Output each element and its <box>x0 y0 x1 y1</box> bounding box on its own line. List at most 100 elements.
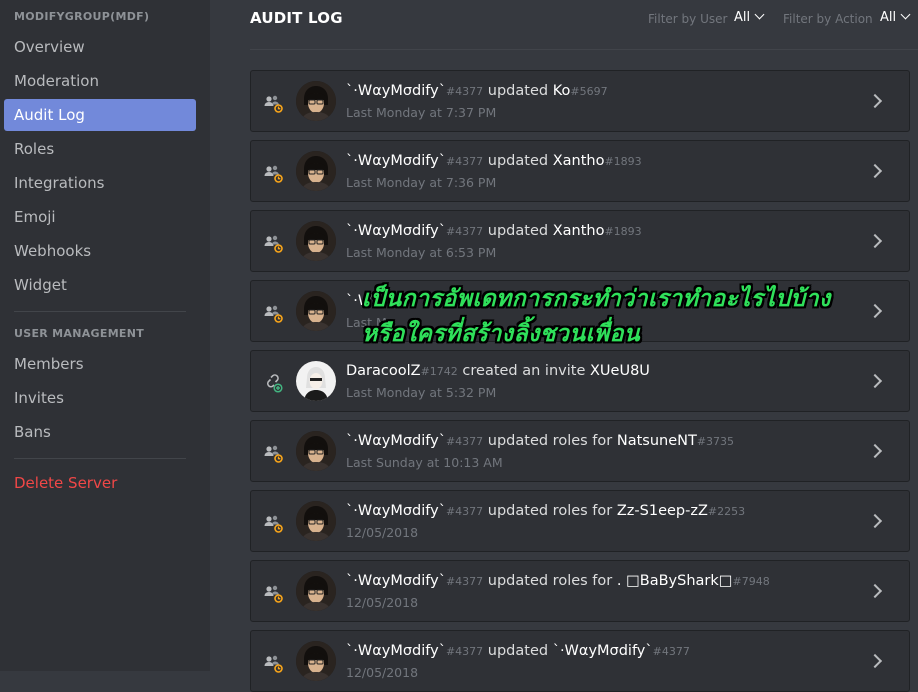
sidebar-item-invites[interactable]: Invites <box>4 382 196 414</box>
target-discriminator: #1893 <box>604 155 642 168</box>
avatar <box>296 501 336 541</box>
member-update-icon <box>263 163 283 183</box>
delete-server-button[interactable]: Delete Server <box>4 467 196 499</box>
sidebar-item-members[interactable]: Members <box>4 348 196 380</box>
entry-description: `·WαyMσdify`#4377 updated Ko#5697 <box>346 83 608 99</box>
chevron-right-icon <box>867 583 883 599</box>
entry-description: `·WαyMσdify`#4377 updated roles for Nats… <box>346 433 734 449</box>
audit-log-entry[interactable]: `·WαyMσdify`#4377 updated roles for . □B… <box>250 560 910 622</box>
actor-discriminator: #4377 <box>445 505 484 518</box>
avatar <box>296 151 336 191</box>
filter-action-label: Filter by Action <box>783 12 873 26</box>
actor-name: `·WαyMσdify` <box>346 643 446 659</box>
sidebar-item-webhooks[interactable]: Webhooks <box>4 235 196 267</box>
avatar <box>296 81 336 121</box>
avatar <box>296 361 336 401</box>
filter-action-dropdown[interactable]: All <box>880 9 911 25</box>
audit-log-entry[interactable]: `·WαyMσdify`#4377 updated Xantho#1893 La… <box>250 210 910 272</box>
filter-user-dropdown[interactable]: All <box>734 9 765 25</box>
avatar <box>296 291 336 331</box>
chevron-down-icon <box>754 9 765 20</box>
server-name-header: MODIFYGROUP(MDF) <box>14 10 150 23</box>
sidebar-item-bans[interactable]: Bans <box>4 416 196 448</box>
entry-description: `·WαyMσdify`#4377 updated roles for Zz-S… <box>346 503 745 519</box>
filter-user-value: All <box>734 10 751 25</box>
actor-discriminator: #4377 <box>445 85 484 98</box>
action-text: updated <box>487 223 549 239</box>
filter-action-value: All <box>880 10 897 25</box>
action-text: updated <box>487 153 549 169</box>
sidebar-divider <box>14 458 186 459</box>
header-divider <box>250 49 918 50</box>
target-name: Xantho <box>552 153 605 169</box>
target-name: NatsuneNT <box>616 433 697 449</box>
audit-log-entry[interactable]: `·WαyMσdify`#4377 updated Xantho#1893 La… <box>250 140 910 202</box>
actor-discriminator: #4377 <box>445 155 484 168</box>
sidebar-item-widget[interactable]: Widget <box>4 269 196 301</box>
entry-description: `·WαyMσdify`#4377 updated Xantho#1893 <box>346 223 642 239</box>
sidebar-item-moderation[interactable]: Moderation <box>4 65 196 97</box>
actor-name: `·WαyMσdify` <box>346 503 446 519</box>
actor-discriminator: #1742 <box>420 365 458 378</box>
target-discriminator: #1893 <box>604 225 642 238</box>
actor-name: DaracoolZ <box>346 363 421 379</box>
chevron-right-icon <box>867 233 883 249</box>
user-management-header: USER MANAGEMENT <box>14 327 145 340</box>
overlay-caption: เป็นการอัพเดทการกระทำว่าเราทำอะไรไปบ้าง … <box>362 282 831 352</box>
entry-description: DaracoolZ#1742 created an invite XUeU8U <box>346 363 650 379</box>
overlay-caption-line-1: เป็นการอัพเดทการกระทำว่าเราทำอะไรไปบ้าง <box>362 286 831 312</box>
sidebar-item-roles[interactable]: Roles <box>4 133 196 165</box>
entry-description: `·WαyMσdify`#4377 updated `·WαyMσdify`#4… <box>346 643 690 659</box>
entry-description: `·WαyMσdify`#4377 updated Xantho#1893 <box>346 153 642 169</box>
actor-name: `·WαyMσdify` <box>346 573 446 589</box>
sidebar-item-overview[interactable]: Overview <box>4 31 196 63</box>
actor-name: `·WαyMσdify` <box>346 223 446 239</box>
audit-log-entry[interactable]: `·WαyMσdify`#4377 updated roles for Nats… <box>250 420 910 482</box>
filter-user-label: Filter by User <box>648 12 728 26</box>
entry-timestamp: Last Sunday at 10:13 AM <box>346 455 503 470</box>
entry-timestamp: Last Monday at 7:36 PM <box>346 175 497 190</box>
entry-timestamp: Last Monday at 7:37 PM <box>346 105 497 120</box>
chevron-right-icon <box>867 303 883 319</box>
action-text: updated <box>487 643 549 659</box>
entry-description: `·WαyMσdify`#4377 updated roles for . □B… <box>346 573 770 589</box>
avatar <box>296 221 336 261</box>
action-text: created an invite <box>462 363 586 379</box>
invite-create-icon <box>263 373 283 393</box>
entry-timestamp: 12/05/2018 <box>346 525 419 540</box>
audit-log-entry[interactable]: `·WαyMσdify`#4377 updated `·WαyMσdify`#4… <box>250 630 910 692</box>
target-name: XUeU8U <box>589 363 650 379</box>
actor-discriminator: #4377 <box>445 575 484 588</box>
actor-discriminator: #4377 <box>445 435 484 448</box>
action-text: updated roles for <box>487 433 613 449</box>
actor-discriminator: #4377 <box>445 645 484 658</box>
actor-name: `·WαyMσdify` <box>346 83 446 99</box>
entry-timestamp: Last Monday at 6:53 PM <box>346 245 497 260</box>
action-text: updated <box>487 83 549 99</box>
settings-sidebar: MODIFYGROUP(MDF) Overview Moderation Aud… <box>0 0 210 671</box>
target-discriminator: #5697 <box>570 85 608 98</box>
avatar <box>296 641 336 681</box>
target-name: Zz-S1eep-zZ <box>616 503 708 519</box>
chevron-right-icon <box>867 93 883 109</box>
chevron-right-icon <box>867 443 883 459</box>
avatar <box>296 571 336 611</box>
sidebar-item-audit-log[interactable]: Audit Log <box>4 99 196 131</box>
actor-name: `·WαyMσdify` <box>346 433 446 449</box>
entry-timestamp: 12/05/2018 <box>346 595 419 610</box>
audit-log-entry[interactable]: `·WαyMσdify`#4377 updated roles for Zz-S… <box>250 490 910 552</box>
sidebar-item-emoji[interactable]: Emoji <box>4 201 196 233</box>
chevron-right-icon <box>867 373 883 389</box>
member-update-icon <box>263 653 283 673</box>
action-text: updated roles for <box>487 573 613 589</box>
sidebar-item-integrations[interactable]: Integrations <box>4 167 196 199</box>
audit-log-entry[interactable]: DaracoolZ#1742 created an invite XUeU8U … <box>250 350 910 412</box>
page-title: AUDIT LOG <box>250 9 343 27</box>
member-update-icon <box>263 443 283 463</box>
entry-timestamp: Last Monday at 5:32 PM <box>346 385 497 400</box>
audit-log-entry[interactable]: `·WαyMσdify`#4377 updated Ko#5697 Last M… <box>250 70 910 132</box>
sidebar-divider <box>14 311 186 312</box>
target-name: `·WαyMσdify` <box>552 643 653 659</box>
target-discriminator: #2253 <box>707 505 746 518</box>
overlay-caption-line-2: หรือใครที่สร้างลิ้งชวนเพื่อน <box>362 321 641 347</box>
